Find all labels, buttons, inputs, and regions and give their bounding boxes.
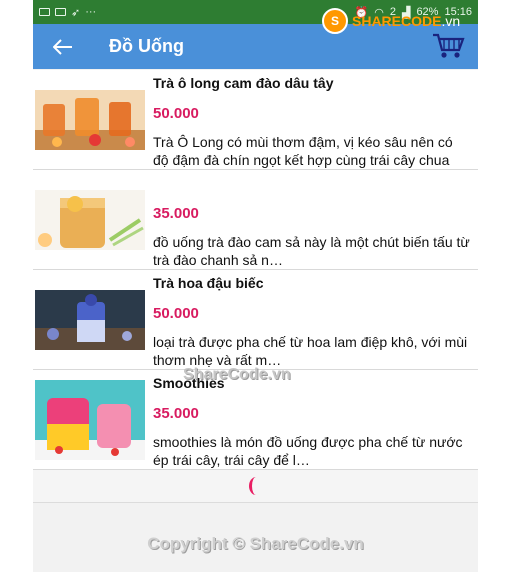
product-description: đồ uống trà đào cam sả này là một chút b… (153, 234, 470, 268)
back-arrow-icon[interactable] (33, 24, 93, 69)
product-list: Trà ô long cam đào dâu tây 50.000 Trà Ô … (33, 70, 478, 470)
list-item[interactable]: 35.000 đồ uống trà đào cam sả này là một… (33, 170, 478, 270)
product-image (35, 190, 145, 250)
product-description: Trà Ô Long có mùi thơm đậm, vị kéo sâu n… (153, 134, 453, 168)
product-name (153, 175, 470, 195)
sharecode-logo: S SHARECODE.vn (322, 8, 460, 34)
product-description: loại trà được pha chế từ hoa lam điệp kh… (153, 334, 468, 368)
product-price: 35.000 (153, 205, 199, 222)
list-item[interactable]: Trà ô long cam đào dâu tây 50.000 Trà Ô … (33, 70, 478, 170)
logo-brand-suffix: .vn (441, 13, 461, 29)
product-image (35, 290, 145, 350)
sharecode-logo-icon: S (322, 8, 348, 34)
product-price: 50.000 (153, 105, 199, 122)
page-title: Đồ Uống (109, 36, 184, 56)
product-price: 35.000 (153, 405, 199, 422)
list-item[interactable]: Smoothies 35.000 smoothies là món đồ uốn… (33, 370, 478, 470)
product-image (35, 380, 145, 460)
copyright-watermark: Copyright © ShareCode.vn (147, 534, 364, 553)
phone-screen: ➶ ··· ⏰ ◠ 2 ▟ 62% 15:16 Đồ Uống Trà ô lo… (33, 0, 478, 572)
list-item[interactable]: Trà hoa đậu biếc 50.000 loại trà được ph… (33, 270, 478, 370)
shopping-cart-icon[interactable] (432, 32, 466, 60)
logo-brand-main: SHARECODE (352, 13, 442, 29)
product-description: smoothies là món đồ uống được pha chế từ… (153, 434, 463, 468)
product-image (35, 90, 145, 150)
watermark-text: ShareCode.vn (183, 366, 291, 383)
send-notification-icon: ➶ (71, 6, 81, 19)
image-notification-icon (39, 8, 50, 16)
more-notifications-icon: ··· (85, 6, 97, 18)
message-notification-icon (55, 8, 66, 16)
loading-spinner-icon (248, 477, 263, 495)
loading-row (33, 470, 478, 503)
product-name: Trà ô long cam đào dâu tây (153, 75, 334, 91)
product-name: Trà hoa đậu biếc (153, 275, 264, 291)
product-price: 50.000 (153, 305, 199, 322)
